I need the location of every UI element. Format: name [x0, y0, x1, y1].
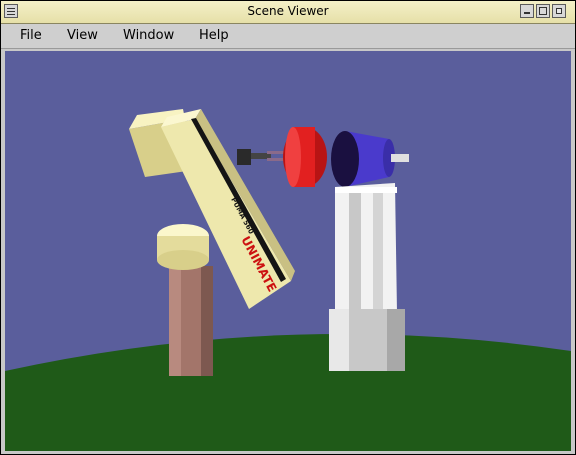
title-bar[interactable]: Scene Viewer	[1, 1, 575, 24]
3d-viewport[interactable]: PUMA 560 UNIMATE	[5, 51, 571, 451]
scene-canvas: PUMA 560 UNIMATE	[5, 51, 571, 451]
menu-view[interactable]: View	[67, 28, 98, 43]
menu-bar: File View Window Help	[1, 24, 575, 49]
window-title: Scene Viewer	[247, 4, 329, 18]
robot-shoulder	[157, 224, 209, 270]
disc-stand	[329, 183, 405, 371]
menu-file[interactable]: File	[20, 28, 42, 43]
menu-window[interactable]: Window	[123, 28, 174, 43]
red-disc	[283, 127, 327, 187]
minimize-button[interactable]	[520, 4, 534, 18]
close-button[interactable]	[552, 4, 566, 18]
menu-help[interactable]: Help	[199, 28, 229, 43]
scene-viewer-window: Scene Viewer File View Window Help PUMA …	[0, 0, 576, 455]
maximize-button[interactable]	[536, 4, 550, 18]
robot-pedestal	[169, 266, 213, 376]
